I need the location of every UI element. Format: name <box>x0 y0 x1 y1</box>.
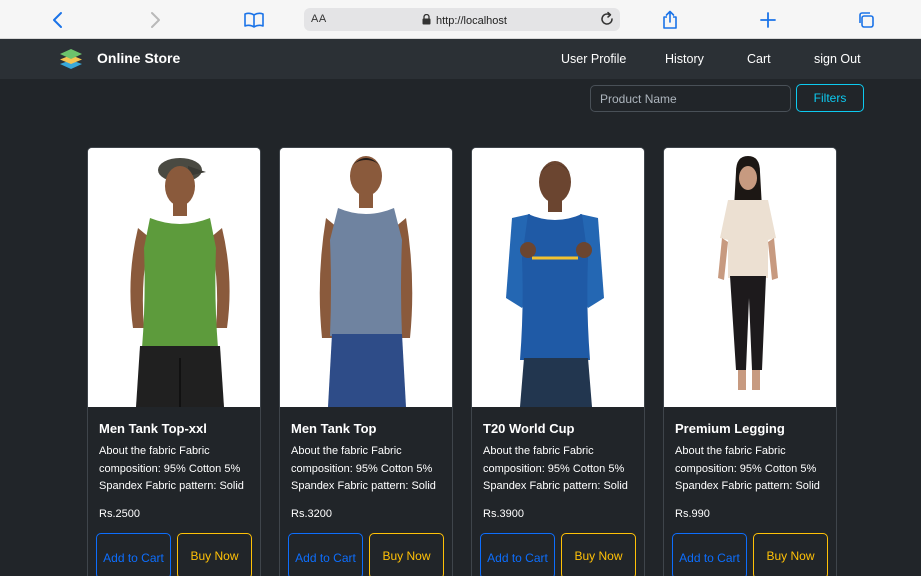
store-logo-icon[interactable] <box>59 47 83 71</box>
nav-sign-out[interactable]: sign Out <box>814 52 861 66</box>
product-title: Men Tank Top-xxl <box>99 421 207 436</box>
tabs-icon[interactable] <box>853 7 879 33</box>
reload-icon[interactable] <box>599 11 615 32</box>
buy-now-button[interactable]: Buy Now <box>369 533 444 576</box>
nav-history[interactable]: History <box>665 52 704 66</box>
back-icon[interactable] <box>45 7 71 33</box>
product-card: T20 World Cup About the fabric Fabric co… <box>471 147 645 576</box>
product-title: T20 World Cup <box>483 421 575 436</box>
product-image[interactable] <box>664 148 836 407</box>
product-image[interactable] <box>280 148 452 407</box>
product-description: About the fabric Fabric composition: 95%… <box>675 445 820 492</box>
product-title: Premium Legging <box>675 421 785 436</box>
add-to-cart-button[interactable]: Add to Cart <box>672 533 747 576</box>
product-name-search-input[interactable] <box>590 85 791 112</box>
product-price: Rs.990 <box>675 508 710 520</box>
filters-button[interactable]: Filters <box>796 84 864 112</box>
brand-name[interactable]: Online Store <box>97 50 180 66</box>
product-price: Rs.2500 <box>99 508 140 520</box>
nav-user-profile[interactable]: User Profile <box>561 52 626 66</box>
product-card: Premium Legging About the fabric Fabric … <box>663 147 837 576</box>
product-card: Men Tank Top-xxl About the fabric Fabric… <box>87 147 261 576</box>
url-text: http://localhost <box>436 15 507 27</box>
add-to-cart-button[interactable]: Add to Cart <box>288 533 363 576</box>
buy-now-button[interactable]: Buy Now <box>177 533 252 576</box>
reader-aa-label[interactable]: AA <box>311 13 327 25</box>
product-card: Men Tank Top About the fabric Fabric com… <box>279 147 453 576</box>
buy-now-button[interactable]: Buy Now <box>753 533 828 576</box>
product-image[interactable] <box>88 148 260 407</box>
address-bar[interactable]: AA http://localhost <box>304 8 620 31</box>
lock-icon <box>422 12 431 30</box>
product-description: About the fabric Fabric composition: 95%… <box>291 445 436 492</box>
product-description: About the fabric Fabric composition: 95%… <box>483 445 628 492</box>
navbar: Online Store User Profile History Cart s… <box>0 39 921 79</box>
add-to-cart-button[interactable]: Add to Cart <box>480 533 555 576</box>
bookmarks-icon[interactable] <box>241 7 267 33</box>
browser-toolbar: AA http://localhost <box>0 0 921 39</box>
nav-cart[interactable]: Cart <box>747 52 771 66</box>
buy-now-button[interactable]: Buy Now <box>561 533 636 576</box>
share-icon[interactable] <box>657 7 683 33</box>
product-image[interactable] <box>472 148 644 407</box>
product-description: About the fabric Fabric composition: 95%… <box>99 445 244 492</box>
forward-icon[interactable] <box>142 7 168 33</box>
product-price: Rs.3900 <box>483 508 524 520</box>
new-tab-icon[interactable] <box>755 7 781 33</box>
product-price: Rs.3200 <box>291 508 332 520</box>
add-to-cart-button[interactable]: Add to Cart <box>96 533 171 576</box>
product-title: Men Tank Top <box>291 421 377 436</box>
